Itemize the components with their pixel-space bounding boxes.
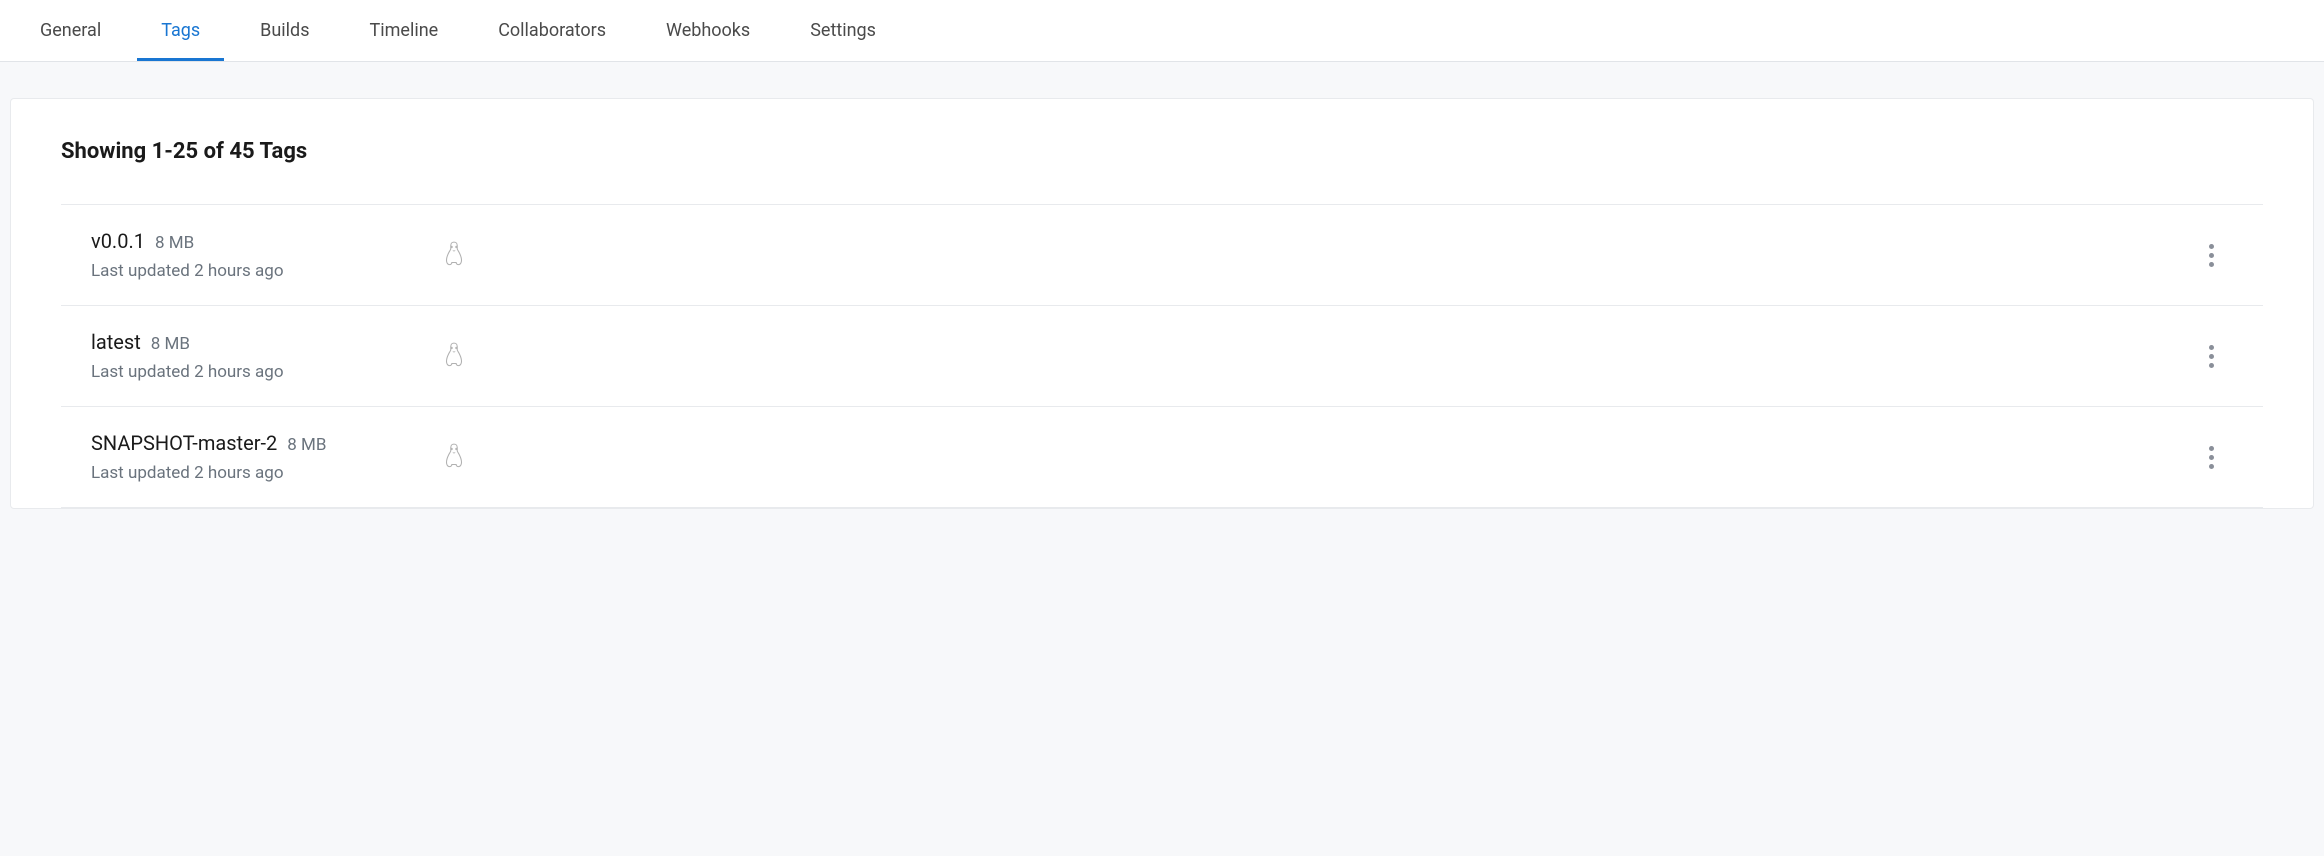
tag-os xyxy=(441,341,2199,371)
tab-general[interactable]: General xyxy=(40,0,101,61)
tag-os xyxy=(441,240,2199,270)
linux-icon xyxy=(441,240,467,270)
tab-collaborators[interactable]: Collaborators xyxy=(498,0,606,61)
tag-name[interactable]: latest xyxy=(91,330,141,354)
tag-info: SNAPSHOT-master-2 8 MB Last updated 2 ho… xyxy=(61,431,441,483)
tags-count-heading: Showing 1-25 of 45 Tags xyxy=(61,139,2263,164)
tag-actions xyxy=(2199,340,2263,372)
more-dots-icon xyxy=(2209,244,2214,249)
tags-card: Showing 1-25 of 45 Tags v0.0.1 8 MB Last… xyxy=(10,98,2314,509)
tag-size: 8 MB xyxy=(287,435,326,455)
content-area: Showing 1-25 of 45 Tags v0.0.1 8 MB Last… xyxy=(0,62,2324,509)
tag-name[interactable]: v0.0.1 xyxy=(91,229,145,253)
tab-bar: General Tags Builds Timeline Collaborato… xyxy=(0,0,2324,62)
more-menu-button[interactable] xyxy=(2199,239,2223,271)
tag-info: v0.0.1 8 MB Last updated 2 hours ago xyxy=(61,229,441,281)
tag-actions xyxy=(2199,239,2263,271)
tag-row: SNAPSHOT-master-2 8 MB Last updated 2 ho… xyxy=(61,406,2263,508)
tag-row: v0.0.1 8 MB Last updated 2 hours ago xyxy=(61,204,2263,305)
tab-timeline[interactable]: Timeline xyxy=(370,0,439,61)
tag-updated: Last updated 2 hours ago xyxy=(91,362,441,382)
tag-info: latest 8 MB Last updated 2 hours ago xyxy=(61,330,441,382)
tab-builds[interactable]: Builds xyxy=(260,0,309,61)
tag-updated: Last updated 2 hours ago xyxy=(91,261,441,281)
tab-tags[interactable]: Tags xyxy=(161,0,200,61)
linux-icon xyxy=(441,341,467,371)
more-menu-button[interactable] xyxy=(2199,441,2223,473)
tag-size: 8 MB xyxy=(155,233,194,253)
more-menu-button[interactable] xyxy=(2199,340,2223,372)
more-dots-icon xyxy=(2209,446,2214,451)
tab-settings[interactable]: Settings xyxy=(810,0,876,61)
tag-size: 8 MB xyxy=(151,334,190,354)
tag-updated: Last updated 2 hours ago xyxy=(91,463,441,483)
tag-name[interactable]: SNAPSHOT-master-2 xyxy=(91,431,277,455)
more-dots-icon xyxy=(2209,345,2214,350)
tab-webhooks[interactable]: Webhooks xyxy=(666,0,750,61)
tag-os xyxy=(441,442,2199,472)
tag-row: latest 8 MB Last updated 2 hours ago xyxy=(61,305,2263,406)
tag-actions xyxy=(2199,441,2263,473)
linux-icon xyxy=(441,442,467,472)
